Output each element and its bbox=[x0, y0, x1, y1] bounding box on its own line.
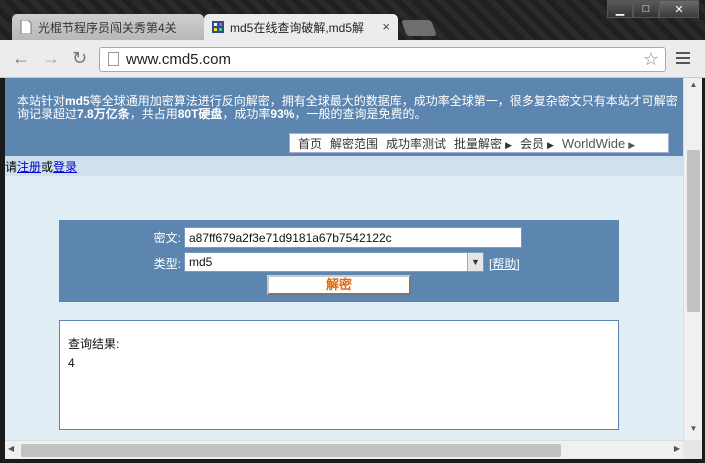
result-title: 查询结果: bbox=[68, 337, 120, 351]
minimize-button[interactable]: ▁ bbox=[607, 0, 633, 18]
browser-toolbar: ← → ↻ www.cmd5.com ☆ bbox=[0, 40, 705, 78]
bookmark-star-icon[interactable]: ☆ bbox=[643, 49, 659, 70]
login-bar: 请注册或登录 bbox=[5, 156, 683, 176]
result-box: 查询结果: 4 bbox=[59, 320, 619, 430]
vertical-scroll-thumb[interactable] bbox=[687, 150, 700, 312]
arrow-right-icon: ▶ bbox=[505, 139, 512, 150]
nav-home[interactable]: 首页 bbox=[298, 135, 322, 152]
url-text: www.cmd5.com bbox=[126, 51, 232, 68]
horizontal-scrollbar[interactable]: ◀ ▶ bbox=[5, 440, 683, 459]
tab-active[interactable]: md5在线查询破解,md5解 × bbox=[204, 14, 398, 40]
cmd5-favicon-icon bbox=[212, 21, 224, 33]
scroll-up-icon[interactable]: ▲ bbox=[684, 80, 703, 94]
cipher-label: 密文: bbox=[153, 231, 181, 245]
window-controls: ▁ □ ✕ bbox=[607, 0, 699, 18]
cipher-input[interactable]: a87ff679a2f3e71d9181a67b7542122c bbox=[184, 227, 522, 248]
horizontal-scroll-thumb[interactable] bbox=[21, 444, 561, 457]
vertical-scrollbar[interactable]: ▲ ▼ bbox=[683, 78, 702, 440]
chevron-down-icon[interactable]: ▼ bbox=[467, 253, 483, 271]
login-link[interactable]: 登录 bbox=[53, 160, 77, 174]
maximize-button[interactable]: □ bbox=[633, 0, 659, 18]
tab-label: 光棍节程序员闯关秀第4关 bbox=[38, 20, 177, 35]
address-bar[interactable]: www.cmd5.com ☆ bbox=[99, 47, 666, 72]
type-label: 类型: bbox=[153, 257, 181, 271]
type-select[interactable]: md5 ▼ bbox=[184, 252, 484, 272]
decrypt-button[interactable]: 解密 bbox=[267, 275, 411, 295]
nav-batch-decrypt[interactable]: 批量解密 ▶ bbox=[454, 135, 512, 152]
result-value: 4 bbox=[68, 356, 75, 370]
page-icon bbox=[20, 20, 32, 34]
nav-success-test[interactable]: 成功率测试 bbox=[386, 135, 446, 152]
scroll-left-icon[interactable]: ◀ bbox=[8, 444, 14, 453]
scrollbar-corner bbox=[683, 440, 702, 459]
cipher-row: 密文: a87ff679a2f3e71d9181a67b7542122c bbox=[59, 225, 619, 248]
tab-close-icon[interactable]: × bbox=[382, 19, 390, 34]
nav-decrypt-range[interactable]: 解密范围 bbox=[330, 135, 378, 152]
tab-inactive[interactable]: 光棍节程序员闯关秀第4关 bbox=[12, 14, 204, 40]
tab-label: md5在线查询破解,md5解 bbox=[230, 20, 365, 35]
site-nav: 首页 解密范围 成功率测试 批量解密 ▶ 会员 ▶ WorldWide ▶ bbox=[289, 133, 669, 153]
page-viewport: 本站针对md5等全球通用加密算法进行反向解密，拥有全球最大的数据库，成功率全球第… bbox=[5, 78, 683, 440]
help-link[interactable]: [帮助] bbox=[489, 255, 520, 272]
title-bar: 光棍节程序员闯关秀第4关 md5在线查询破解,md5解 × ▁ □ ✕ bbox=[0, 0, 705, 40]
arrow-right-icon: ▶ bbox=[547, 139, 554, 150]
back-icon[interactable]: ← bbox=[12, 48, 30, 69]
reload-icon[interactable]: ↻ bbox=[72, 48, 87, 69]
menu-icon[interactable] bbox=[676, 52, 690, 66]
nav-worldwide[interactable]: WorldWide ▶ bbox=[562, 136, 635, 151]
type-row: 类型: md5 ▼ [帮助] bbox=[59, 251, 619, 273]
close-window-button[interactable]: ✕ bbox=[659, 0, 699, 18]
site-intro: 本站针对md5等全球通用加密算法进行反向解密，拥有全球最大的数据库，成功率全球第… bbox=[17, 94, 678, 121]
site-banner: 本站针对md5等全球通用加密算法进行反向解密，拥有全球最大的数据库，成功率全球第… bbox=[5, 78, 683, 156]
arrow-right-icon: ▶ bbox=[628, 139, 636, 150]
new-tab-button[interactable] bbox=[401, 20, 437, 36]
scroll-right-icon[interactable]: ▶ bbox=[674, 444, 680, 453]
decrypt-form: 密文: a87ff679a2f3e71d9181a67b7542122c 类型:… bbox=[59, 220, 619, 302]
nav-member[interactable]: 会员 ▶ bbox=[520, 135, 554, 152]
scroll-down-icon[interactable]: ▼ bbox=[684, 424, 703, 438]
page-icon bbox=[108, 52, 119, 66]
register-link[interactable]: 注册 bbox=[17, 160, 41, 174]
window-frame-bottom bbox=[0, 459, 705, 463]
forward-icon[interactable]: → bbox=[42, 48, 60, 69]
